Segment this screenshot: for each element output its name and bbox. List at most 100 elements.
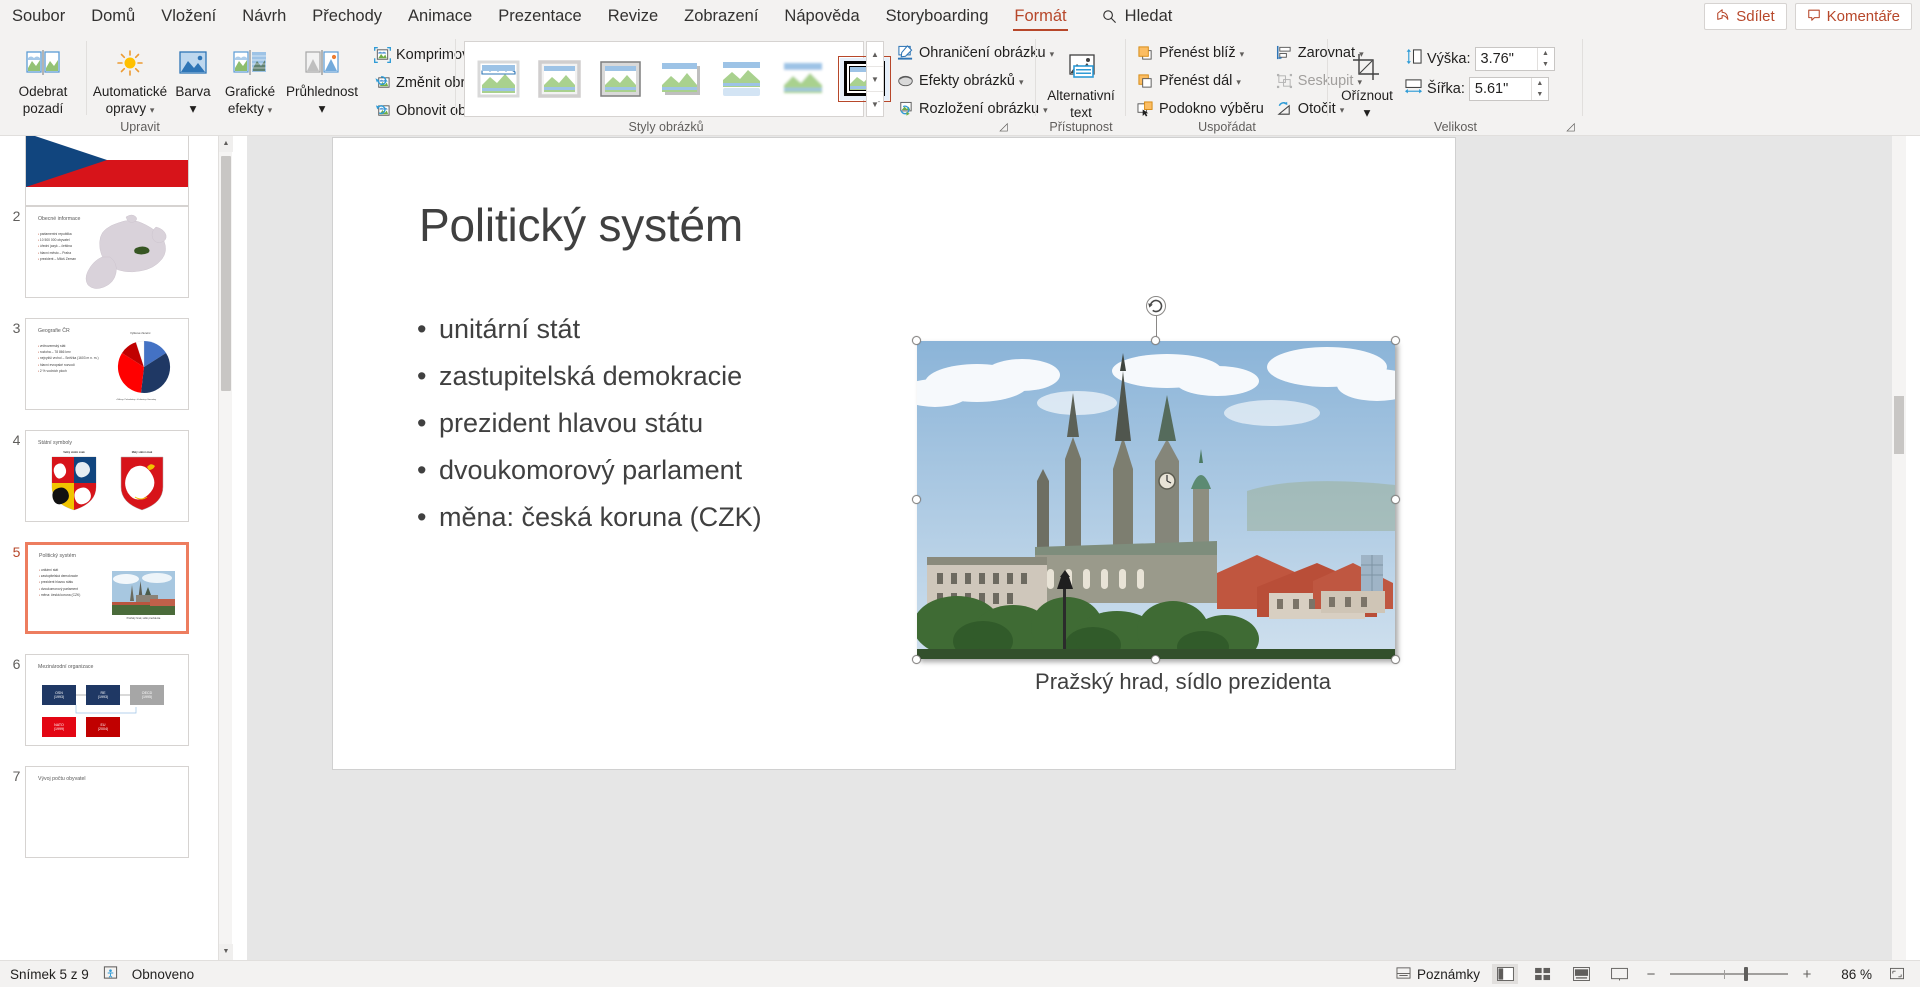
thumbnail-row-4[interactable]: 4: [8, 430, 189, 522]
picture-effects-button[interactable]: Efekty obrázků ▾: [894, 69, 1057, 93]
tab-domu[interactable]: Domů: [78, 0, 148, 33]
search-input[interactable]: Hledat: [1102, 7, 1173, 26]
color-button[interactable]: Barva ▾: [167, 37, 219, 116]
transparency-button[interactable]: Průhlednost ▾: [281, 37, 363, 116]
zoom-in-button[interactable]: +: [1800, 966, 1814, 983]
send-backward-button[interactable]: Přenést dál ▾: [1134, 69, 1267, 93]
rotate-handle[interactable]: [1145, 295, 1167, 317]
picture-style-drop-shadow-rectangle[interactable]: [657, 58, 706, 100]
thumbnail-slide-7[interactable]: Vývoj počtu obyvatel: [25, 766, 189, 858]
height-stepper-down[interactable]: ▼: [1538, 59, 1554, 70]
thumbnail-row-7[interactable]: 7 Vývoj počtu obyvatel: [8, 766, 189, 858]
tab-soubor[interactable]: Soubor: [0, 0, 78, 33]
zoom-slider[interactable]: [1670, 967, 1788, 981]
resize-handle-top-center[interactable]: [1151, 336, 1160, 345]
view-slideshow-button[interactable]: [1606, 964, 1632, 984]
crop-button[interactable]: Oříznout ▾: [1338, 41, 1396, 120]
resize-handle-middle-right[interactable]: [1391, 495, 1400, 504]
fit-to-window-button[interactable]: [1884, 964, 1910, 984]
height-stepper[interactable]: ▲ ▼: [1537, 48, 1554, 70]
resize-handle-top-right[interactable]: [1391, 336, 1400, 345]
slide-counter[interactable]: Snímek 5 z 9: [10, 967, 89, 982]
thumbnail-slide-1[interactable]: Česká republika …aneb v srdci Evropy: [25, 136, 189, 206]
picture-style-metal-frame[interactable]: [596, 58, 645, 100]
tab-prechody[interactable]: Přechody: [299, 0, 395, 33]
height-input[interactable]: ▲ ▼: [1475, 47, 1555, 71]
resize-handle-middle-left[interactable]: [912, 495, 921, 504]
selected-picture-container[interactable]: [917, 341, 1395, 659]
slide-image-caption[interactable]: Pražský hrad, sídlo prezidenta: [933, 669, 1433, 695]
picture-style-simple-frame-white[interactable]: [474, 58, 523, 100]
gallery-more-button[interactable]: ▼̄: [867, 92, 883, 116]
tab-storyboarding[interactable]: Storyboarding: [873, 0, 1002, 33]
thumbnail-slide-5[interactable]: Politický systém unitární stát zastupite…: [25, 542, 189, 634]
width-value[interactable]: [1470, 78, 1528, 100]
tab-zobrazeni[interactable]: Zobrazení: [671, 0, 771, 33]
view-normal-button[interactable]: [1492, 964, 1518, 984]
thumbnail-scrollbar[interactable]: ▲ ▼: [218, 136, 232, 960]
picture-styles-scrollbar[interactable]: ▲ ▼ ▼̄: [866, 41, 884, 117]
notes-button[interactable]: Poznámky: [1396, 966, 1480, 983]
zoom-slider-knob[interactable]: [1744, 967, 1748, 981]
thumbnail-row-3[interactable]: 3 Výškové členění ▪ Nížiny ▪ Pahorkatiny…: [8, 318, 189, 410]
size-dialog-launcher[interactable]: ◿: [1564, 121, 1577, 134]
gallery-scroll-up-button[interactable]: ▲: [867, 42, 883, 67]
corrections-button[interactable]: Automatické opravy ▾: [93, 37, 167, 116]
tab-vlozeni[interactable]: Vložení: [148, 0, 229, 33]
height-value[interactable]: [1476, 48, 1534, 70]
resize-handle-bottom-left[interactable]: [912, 655, 921, 664]
save-status[interactable]: Obnoveno: [132, 967, 194, 982]
thumbnail-slide-6[interactable]: Mezinárodní organizace OSN(1993) RE(1993…: [25, 654, 189, 746]
width-input[interactable]: ▲ ▼: [1469, 77, 1549, 101]
view-slide-sorter-button[interactable]: [1530, 964, 1556, 984]
width-stepper-down[interactable]: ▼: [1532, 89, 1548, 100]
thumbnail-row-5[interactable]: 5 Politický systém unitární stát zastupi…: [8, 542, 189, 634]
tab-animace[interactable]: Animace: [395, 0, 485, 33]
accessibility-icon[interactable]: [103, 965, 118, 983]
remove-background-button[interactable]: Odebrat pozadí: [6, 37, 80, 116]
picture-styles-dialog-launcher[interactable]: ◿: [997, 121, 1010, 134]
width-stepper-up[interactable]: ▲: [1532, 78, 1548, 89]
thumbnail-scroll-down-button[interactable]: ▼: [219, 944, 233, 960]
artistic-effects-button[interactable]: Grafické efekty ▾: [219, 37, 281, 116]
resize-handle-bottom-center[interactable]: [1151, 655, 1160, 664]
picture-style-soft-edge-rectangle[interactable]: [779, 58, 828, 100]
tab-prezentace[interactable]: Prezentace: [485, 0, 594, 33]
tab-navrh[interactable]: Návrh: [229, 0, 299, 33]
thumbnail-scroll-up-button[interactable]: ▲: [219, 136, 233, 152]
prague-castle-image[interactable]: [917, 341, 1395, 659]
tab-napoveda[interactable]: Nápověda: [771, 0, 872, 33]
alt-text-button[interactable]: Alternativní text: [1044, 41, 1118, 120]
height-stepper-up[interactable]: ▲: [1538, 48, 1554, 59]
zoom-out-button[interactable]: −: [1644, 966, 1658, 983]
thumbnail-row-2[interactable]: 2 Obecné informace parlamentní republika…: [8, 206, 189, 298]
gallery-scroll-down-button[interactable]: ▼: [867, 67, 883, 92]
current-slide[interactable]: Politický systém unitární stát zastupite…: [333, 138, 1455, 769]
zoom-level[interactable]: 86 %: [1826, 967, 1872, 982]
thumbnail-row-1[interactable]: 1 Česká republika …aneb v srdci Evropy: [8, 136, 189, 206]
tab-format[interactable]: Formát: [1001, 0, 1079, 33]
width-stepper[interactable]: ▲ ▼: [1531, 78, 1548, 100]
comments-button[interactable]: Komentáře: [1795, 3, 1912, 30]
thumbnail-slide-4[interactable]: Státní symboly Velký státní znak Malý st…: [25, 430, 189, 522]
picture-border-button[interactable]: Ohraničení obrázku ▾: [894, 41, 1057, 65]
slide-editing-area[interactable]: Politický systém unitární stát zastupite…: [247, 136, 1906, 960]
thumbnail-scroll-thumb[interactable]: [221, 156, 231, 391]
picture-style-beveled-matte-white[interactable]: [535, 58, 584, 100]
tab-revize[interactable]: Revize: [595, 0, 671, 33]
bring-forward-button[interactable]: Přenést blíž ▾: [1134, 41, 1267, 65]
share-button[interactable]: Sdílet: [1704, 3, 1786, 30]
slide-scroll-thumb[interactable]: [1894, 396, 1904, 454]
picture-style-reflected-rounded-rectangle[interactable]: [718, 58, 767, 100]
thumbnail-slide-2[interactable]: Obecné informace parlamentní republika 1…: [25, 206, 189, 298]
picture-layout-button[interactable]: Rozložení obrázku ▾: [894, 97, 1057, 121]
view-reading-button[interactable]: [1568, 964, 1594, 984]
selection-pane-button[interactable]: Podokno výběru: [1134, 97, 1267, 121]
resize-handle-top-left[interactable]: [912, 336, 921, 345]
thumbnail-slide-3[interactable]: Výškové členění ▪ Nížiny ▪ Pahorkatiny ▪…: [25, 318, 189, 410]
slide-vertical-scrollbar[interactable]: [1892, 136, 1906, 960]
slide-title[interactable]: Politický systém: [419, 198, 743, 252]
thumbnail-row-6[interactable]: 6 Mezinárodní organizace OSN(1993) RE(19…: [8, 654, 189, 746]
picture-styles-gallery[interactable]: [464, 41, 864, 117]
slide-body-placeholder[interactable]: unitární stát zastupitelská demokracie p…: [415, 306, 875, 541]
